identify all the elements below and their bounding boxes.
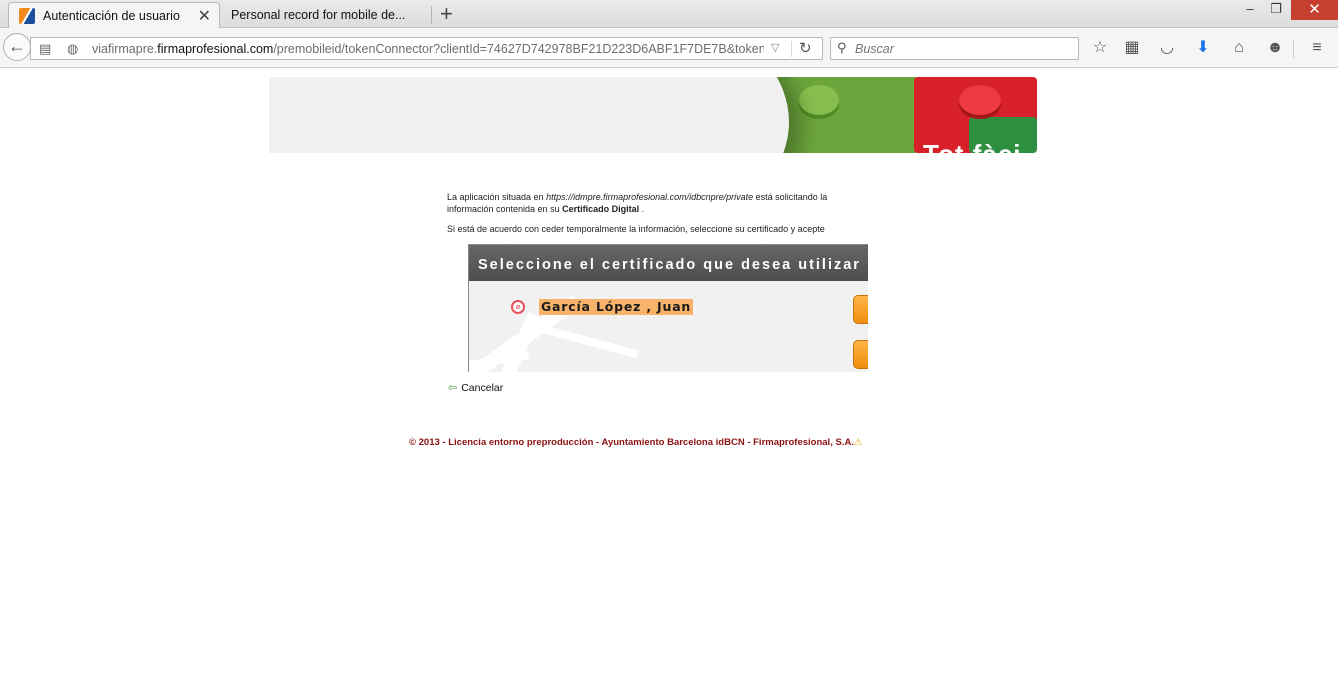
- site-favicon-icon: [19, 7, 35, 24]
- map-road: [529, 321, 639, 359]
- lego-stud: [799, 85, 839, 115]
- back-arrow-icon: ←: [8, 36, 26, 56]
- certificate-label: Certificado Digital: [562, 204, 640, 214]
- consent-instruction: Si está de acuerdo con ceder temporalmen…: [447, 224, 825, 234]
- tab-title: Autenticación de usuario: [43, 8, 180, 23]
- search-icon: ⚲: [837, 40, 847, 55]
- search-bar[interactable]: ⚲: [830, 37, 1079, 60]
- cancel-label: Cancelar: [461, 381, 504, 394]
- url-separator: [791, 41, 792, 57]
- reading-list-icon[interactable]: ▦: [1121, 38, 1143, 58]
- tab-personal-record[interactable]: Personal record for mobile de...: [222, 2, 432, 28]
- warning-icon: ⚠: [853, 437, 863, 448]
- intro-text: La aplicación situada en https://idmpre.…: [447, 191, 867, 215]
- secondary-action-button[interactable]: [853, 340, 868, 369]
- accept-certificate-button[interactable]: [853, 295, 868, 324]
- hello-chat-icon[interactable]: ☻: [1264, 38, 1286, 58]
- certificate-icon: ⌀: [511, 300, 525, 314]
- bookmark-star-icon[interactable]: ☆: [1089, 38, 1111, 58]
- window-close-button[interactable]: ✕: [1291, 0, 1338, 20]
- header-banner: Tot fàci: [269, 77, 1037, 153]
- certificate-option[interactable]: García López , Juan: [539, 299, 694, 315]
- menu-icon[interactable]: ≡: [1306, 38, 1328, 58]
- url-text[interactable]: viafirmapre.firmaprofesional.com/premobi…: [92, 42, 764, 56]
- intro-text-part: La aplicación situada en: [447, 192, 547, 202]
- new-tab-button[interactable]: +: [440, 2, 453, 26]
- lego-stud: [959, 85, 1001, 115]
- intro-text-part: .: [639, 204, 645, 214]
- search-input[interactable]: [855, 41, 1070, 57]
- url-bar[interactable]: ▤ ◍ viafirmapre.firmaprofesional.com/pre…: [30, 37, 823, 60]
- requesting-url: https://idmpre.firmaprofesional.com/idbc…: [546, 192, 754, 202]
- footer-text: © 2013 - Licencia entorno preproducción …: [409, 437, 854, 448]
- site-identity-icon[interactable]: ▤: [39, 41, 51, 57]
- url-history-dropdown-icon[interactable]: ▽: [771, 41, 779, 54]
- tab-autenticacion[interactable]: Autenticación de usuario ✕: [8, 2, 220, 28]
- restore-button[interactable]: ❐: [1261, 0, 1291, 20]
- footer-copyright: © 2013 - Licencia entorno preproducción …: [409, 437, 863, 448]
- certificate-panel: Seleccione el certificado que desea util…: [468, 244, 868, 372]
- tab-divider: [431, 6, 432, 24]
- banner-slogan: Tot fàci: [923, 139, 1022, 153]
- close-tab-icon[interactable]: ✕: [198, 6, 211, 26]
- navigation-toolbar: ▤ ◍ viafirmapre.firmaprofesional.com/pre…: [0, 28, 1338, 68]
- download-icon[interactable]: ⬇: [1192, 38, 1214, 58]
- tab-title: Personal record for mobile de...: [231, 8, 406, 22]
- certificate-panel-header: Seleccione el certificado que desea util…: [469, 245, 868, 281]
- home-icon[interactable]: ⌂: [1228, 38, 1250, 58]
- pocket-icon[interactable]: ◡: [1156, 38, 1178, 58]
- banner-swoosh: [269, 77, 789, 153]
- toolbar-divider: [1293, 40, 1294, 58]
- map-background: [469, 281, 868, 372]
- back-arrow-icon: ⇦: [448, 382, 458, 394]
- tab-strip: Autenticación de usuario ✕ Personal reco…: [0, 0, 1338, 28]
- cancel-link[interactable]: ⇦ Cancelar: [448, 381, 504, 395]
- back-button[interactable]: ←: [3, 33, 31, 61]
- globe-icon[interactable]: ◍: [67, 41, 78, 57]
- reload-icon[interactable]: ↻: [799, 39, 812, 57]
